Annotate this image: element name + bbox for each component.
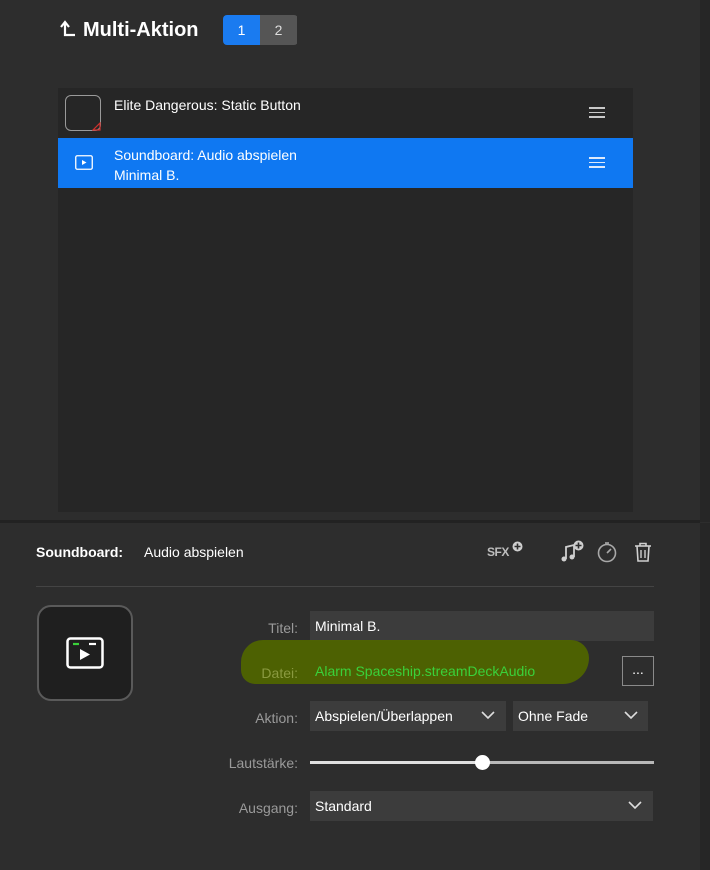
ausgang-select[interactable]: Standard <box>310 791 653 821</box>
action-row-soundboard[interactable]: Soundboard: Audio abspielen Minimal B. <box>58 138 633 188</box>
timer-icon[interactable] <box>596 541 618 563</box>
page-2-button[interactable]: 2 <box>260 15 297 45</box>
titel-label: Titel: <box>268 620 298 636</box>
music-add-icon[interactable] <box>560 540 584 564</box>
soundboard-play-icon <box>66 637 104 669</box>
action-label: Elite Dangerous: Static Button <box>114 97 301 113</box>
ausgang-value: Standard <box>315 798 372 814</box>
browse-button[interactable]: ... <box>622 656 654 686</box>
action-row-elite[interactable]: Elite Dangerous: Static Button <box>58 88 633 138</box>
soundboard-play-icon <box>75 155 93 170</box>
drag-handle-icon[interactable] <box>589 157 605 168</box>
back-arrow-icon[interactable] <box>60 20 76 40</box>
aktion-select[interactable]: Abspielen/Überlappen <box>310 701 506 731</box>
key-preview[interactable] <box>37 605 133 701</box>
page-1-button[interactable]: 1 <box>223 15 260 45</box>
plugin-label: Soundboard: <box>36 544 124 560</box>
aktion-value: Abspielen/Überlappen <box>315 708 453 724</box>
volume-slider-fill <box>310 761 482 764</box>
aktion-label: Aktion: <box>255 710 298 726</box>
drag-handle-icon[interactable] <box>589 107 605 118</box>
trash-icon[interactable] <box>633 541 653 563</box>
action-list[interactable]: Elite Dangerous: Static Button Soundboar… <box>58 88 633 512</box>
action-label: Soundboard: Audio abspielen Minimal B. <box>114 147 297 183</box>
titel-input[interactable]: Minimal B. <box>310 611 654 641</box>
scrollbar-top[interactable] <box>700 0 710 522</box>
action-name: Audio abspielen <box>144 544 244 560</box>
ausgang-label: Ausgang: <box>238 800 298 816</box>
inspector-separator <box>36 586 654 587</box>
chevron-down-icon <box>481 711 495 720</box>
chevron-down-icon <box>624 711 638 720</box>
fade-select[interactable]: Ohne Fade <box>513 701 648 731</box>
fade-value: Ohne Fade <box>518 708 589 724</box>
volume-slider-knob[interactable] <box>475 755 490 770</box>
page-switcher: 1 2 <box>223 15 298 45</box>
datei-label: Datei: <box>261 665 298 681</box>
scrollbar-bottom[interactable] <box>700 523 710 870</box>
blank-key-icon <box>65 95 101 131</box>
chevron-down-icon <box>628 801 642 810</box>
datei-input[interactable]: Alarm Spaceship.streamDeckAudio <box>310 656 599 686</box>
lautstaerke-label: Lautstärke: <box>228 755 298 771</box>
sfx-add-icon[interactable]: SFX <box>487 541 525 561</box>
page-title: Multi-Aktion <box>83 19 199 41</box>
